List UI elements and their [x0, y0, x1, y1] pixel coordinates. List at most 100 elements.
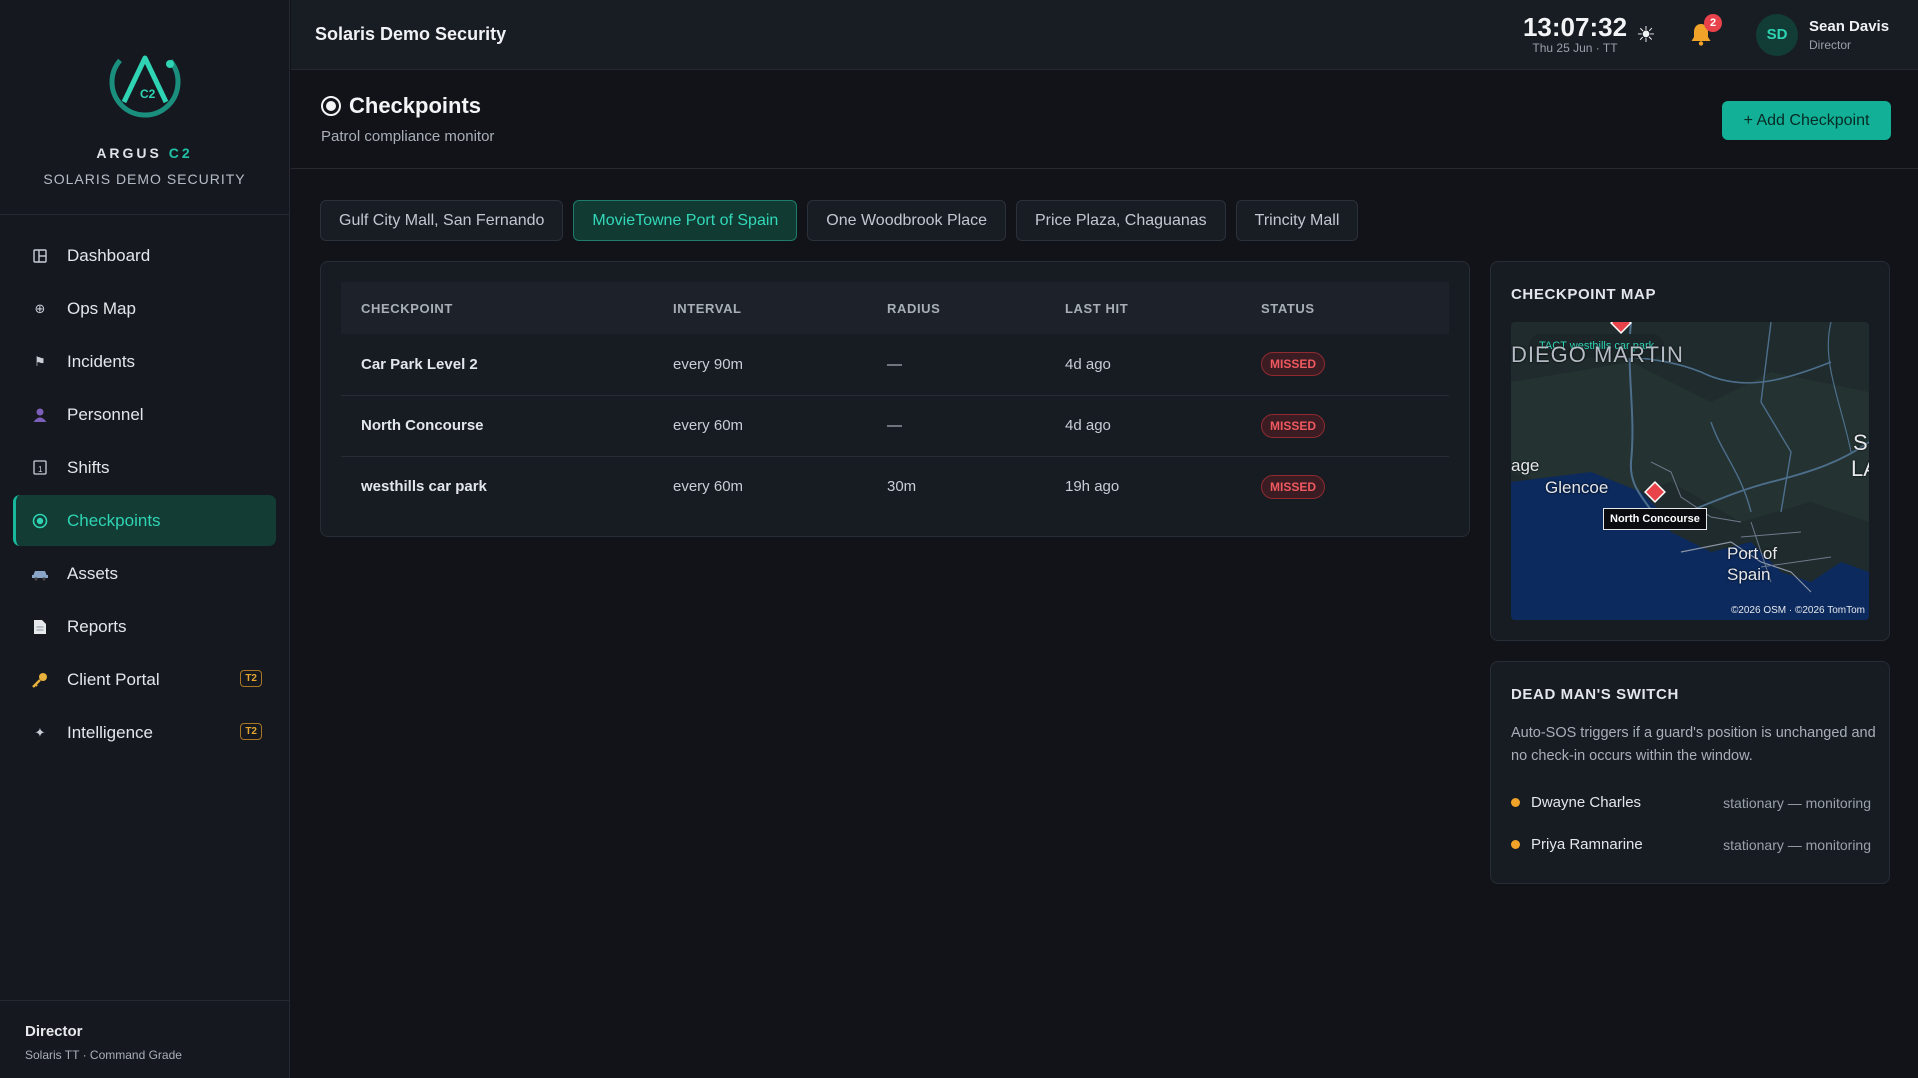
map-label-edge-right-2: LA [1851, 456, 1869, 481]
sidebar-item-label: Personnel [67, 404, 144, 424]
table-row[interactable]: Car Park Level 2 every 90m — 4d ago MISS… [341, 334, 1449, 395]
site-tabs: Gulf City Mall, San Fernando MovieTowne … [320, 200, 1359, 241]
sidebar-item-label: Dashboard [67, 245, 151, 265]
calendar-icon: 1 [31, 459, 49, 477]
radio-icon [321, 96, 341, 116]
footer-role: Director [25, 1023, 83, 1040]
sidebar-item-label: Ops Map [67, 298, 136, 318]
checkpoint-last-hit: 4d ago [1065, 355, 1111, 373]
checkpoint-map[interactable]: TACT westhills car park DIEGO MARTIN age… [1511, 322, 1869, 620]
sidebar-item-client-portal[interactable]: Client Portal T2 [13, 654, 276, 705]
checkpoint-interval: every 90m [673, 355, 744, 373]
topbar: Solaris Demo Security 13:07:32 Thu 25 Ju… [291, 0, 1918, 70]
map-attribution: ©2026 OSM · ©2026 TomTom [1730, 605, 1865, 616]
footer-org: Solaris TT · Command Grade [25, 1048, 182, 1062]
checkpoint-interval: every 60m [673, 478, 744, 496]
checkpoint-interval: every 60m [673, 417, 744, 434]
page-header: Checkpoints Patrol compliance monitor + … [291, 71, 1918, 169]
argus-logo-icon: C2 [109, 46, 180, 118]
page-title-text: Checkpoints [349, 93, 482, 118]
brand-subtitle: SOLARIS DEMO SECURITY [43, 171, 246, 187]
list-item[interactable]: Dwayne Charles stationary — monitoring [1511, 794, 1871, 811]
checkpoint-name: Car Park Level 2 [361, 355, 478, 373]
tab-one-woodbrook-place[interactable]: One Woodbrook Place [807, 200, 1006, 241]
sidebar-item-label: Reports [67, 616, 127, 636]
brand-name-accent: C2 [168, 145, 193, 161]
column-header-status[interactable]: STATUS [1241, 282, 1449, 334]
guard-name: Dwayne Charles [1531, 794, 1642, 811]
sidebar-item-dashboard[interactable]: Dashboard [13, 230, 276, 281]
checkpoint-radius: — [887, 417, 902, 434]
dms-description: Auto-SOS triggers if a guard's position … [1511, 725, 1876, 764]
column-header-interval[interactable]: INTERVAL [653, 282, 867, 334]
person-icon [31, 406, 49, 424]
checkpoint-table-card: CHECKPOINT INTERVAL RADIUS LAST HIT STAT… [320, 261, 1470, 537]
dms-card-title: DEAD MAN'S SWITCH [1511, 686, 1679, 703]
sidebar-item-checkpoints[interactable]: Checkpoints [13, 495, 276, 546]
checkpoint-last-hit: 4d ago [1065, 417, 1111, 434]
sidebar-item-incidents[interactable]: ⚑ Incidents [13, 336, 276, 387]
tab-movietowne-port-of-spain[interactable]: MovieTowne Port of Spain [573, 200, 798, 241]
sidebar-item-assets[interactable]: Assets [13, 548, 276, 599]
sidebar-item-reports[interactable]: Reports [13, 601, 276, 652]
globe-icon: ⊕ [34, 300, 46, 316]
map-popup-north-concourse[interactable]: North Concourse [1603, 508, 1707, 530]
column-header-last-hit[interactable]: LAST HIT [1045, 282, 1241, 334]
brand-name: ARGUS C2 [96, 145, 192, 161]
checkpoint-name: westhills car park [361, 478, 487, 496]
checkpoint-status-cell: MISSED [1241, 334, 1449, 395]
map-label-region: DIEGO MARTIN [1511, 342, 1684, 367]
sidebar-item-label: Client Portal [67, 669, 160, 689]
checkpoint-status-cell: MISSED [1241, 395, 1449, 456]
sidebar-item-personnel[interactable]: Personnel [13, 389, 276, 440]
sidebar-item-label: Checkpoints [67, 510, 161, 530]
add-checkpoint-button[interactable]: + Add Checkpoint [1722, 101, 1891, 140]
clock-date: Thu 25 Jun · TT [1532, 41, 1618, 55]
brand: C2 ARGUS C2 SOLARIS DEMO SECURITY [0, 0, 289, 215]
checkpoint-table: CHECKPOINT INTERVAL RADIUS LAST HIT STAT… [341, 282, 1449, 517]
notification-count-badge: 2 [1704, 14, 1722, 32]
column-header-radius[interactable]: RADIUS [867, 282, 1045, 334]
tier-badge: T2 [240, 723, 262, 740]
org-title: Solaris Demo Security [315, 24, 507, 44]
tab-price-plaza-chaguanas[interactable]: Price Plaza, Chaguanas [1015, 200, 1226, 241]
table-row[interactable]: North Concourse every 60m — 4d ago MISSE… [341, 395, 1449, 456]
clock: 13:07:32 Thu 25 Jun · TT [1505, 13, 1645, 55]
map-label-spain: Spain [1727, 565, 1771, 584]
user-name: Sean Davis [1809, 18, 1890, 35]
sparkle-icon: ✦ [34, 724, 46, 740]
status-dot [1511, 798, 1520, 807]
tab-gulf-city-mall[interactable]: Gulf City Mall, San Fernando [320, 200, 564, 241]
theme-toggle-sun-icon[interactable]: ☀ [1633, 22, 1659, 48]
tier-badge: T2 [240, 670, 262, 687]
sidebar-nav: Dashboard ⊕ Ops Map ⚑ Incidents Personne… [0, 215, 289, 758]
status-badge: MISSED [1261, 413, 1326, 438]
guard-state: stationary — monitoring [1723, 794, 1871, 811]
sidebar-item-intelligence[interactable]: ✦ Intelligence T2 [13, 707, 276, 758]
sidebar-item-label: Shifts [67, 457, 110, 477]
tab-trincity-mall[interactable]: Trincity Mall [1235, 200, 1359, 241]
column-header-checkpoint[interactable]: CHECKPOINT [341, 282, 653, 334]
status-dot [1511, 840, 1520, 849]
map-label-glencoe: Glencoe [1545, 478, 1609, 497]
sidebar-item-ops-map[interactable]: ⊕ Ops Map [13, 283, 276, 334]
checkpoint-name: North Concourse [361, 417, 484, 434]
logo-text: C2 [140, 87, 156, 101]
table-row[interactable]: westhills car park every 60m 30m 19h ago… [341, 456, 1449, 517]
sidebar-item-label: Incidents [67, 351, 136, 371]
document-icon [31, 618, 49, 636]
list-item[interactable]: Priya Ramnarine stationary — monitoring [1511, 836, 1871, 853]
notifications-button[interactable]: 2 [1690, 14, 1722, 50]
guard-state: stationary — monitoring [1723, 836, 1871, 853]
sidebar-item-label: Intelligence [67, 722, 154, 742]
sidebar: C2 ARGUS C2 SOLARIS DEMO SECURITY Dashbo… [0, 0, 290, 1078]
page-subtitle: Patrol compliance monitor [321, 128, 495, 145]
table-header-row: CHECKPOINT INTERVAL RADIUS LAST HIT STAT… [341, 282, 1449, 334]
page-title: Checkpoints [321, 93, 481, 119]
avatar[interactable]: SD [1756, 14, 1798, 56]
flag-icon: ⚑ [34, 353, 46, 369]
user-role: Director [1809, 38, 1852, 52]
sidebar-item-shifts[interactable]: 1 Shifts [13, 442, 276, 493]
map-label-edge-left: age [1511, 456, 1540, 475]
map-label-edge-right-1: S [1853, 430, 1868, 455]
